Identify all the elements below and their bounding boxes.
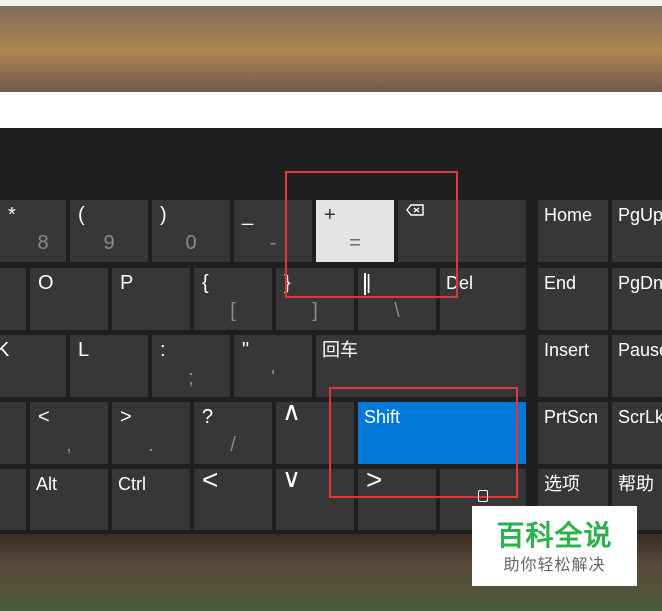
key-top-label: <	[38, 406, 50, 428]
key-asterisk-8[interactable]: * 8	[0, 200, 66, 262]
key-top-label: >	[120, 406, 132, 428]
key-top-label: {	[202, 272, 209, 294]
highlight-box-shift-right	[329, 387, 518, 498]
key-insert[interactable]: Insert	[538, 335, 608, 397]
key-k[interactable]: K	[0, 335, 66, 397]
key-label: PgUp	[618, 205, 662, 225]
key-bottom-label: ,	[66, 434, 72, 456]
key-bottom-label: ;	[188, 367, 194, 389]
key-label: PgDn	[618, 273, 662, 293]
key-top-label: O	[38, 272, 54, 294]
key-label: Insert	[544, 340, 590, 360]
key-top-label: )	[160, 204, 167, 226]
key-label: 帮助	[618, 474, 654, 494]
watermark-title: 百科全说	[496, 520, 613, 551]
key-question[interactable]: ? /	[194, 402, 272, 464]
key-p[interactable]: P	[112, 268, 190, 330]
window-edge	[0, 0, 662, 6]
key-label: Pause	[618, 340, 662, 360]
key-label: End	[544, 273, 577, 293]
key-pgup[interactable]: PgUp	[612, 200, 662, 262]
key-quote[interactable]: " '	[234, 335, 312, 397]
key-gt[interactable]: > .	[112, 402, 190, 464]
key-top-label: P	[120, 272, 134, 294]
key-label: 回车	[322, 340, 358, 360]
key-o[interactable]: O	[30, 268, 108, 330]
keyboard-settings-icon[interactable]	[478, 490, 488, 502]
key-top-label: "	[242, 339, 250, 361]
key-bottom-label: '	[271, 367, 275, 389]
key-top-label: _	[242, 204, 254, 226]
key-bottom-label: [	[230, 300, 236, 322]
key-left-arrow[interactable]: <	[194, 464, 272, 530]
key-prtscn[interactable]: PrtScn	[538, 402, 608, 464]
left-arrow-icon: <	[202, 464, 219, 495]
key-lt[interactable]: < ,	[30, 402, 108, 464]
key-scrlk[interactable]: ScrLk	[612, 402, 662, 464]
key-lbrace[interactable]: { [	[194, 268, 272, 330]
key-bottom-label: .	[148, 434, 154, 456]
key-i-partial[interactable]	[0, 268, 26, 330]
key-ctrl[interactable]: Ctrl	[112, 469, 190, 530]
wallpaper-top	[0, 0, 662, 92]
key-lparen-9[interactable]: ( 9	[70, 200, 148, 262]
key-top-label: K	[0, 339, 10, 361]
highlight-box-plus-equals	[285, 171, 458, 298]
key-top-label: :	[160, 339, 166, 361]
key-label: ScrLk	[618, 407, 662, 427]
down-arrow-icon: ∨	[282, 463, 302, 493]
key-end[interactable]: End	[538, 268, 608, 330]
key-bottom-label: 9	[103, 232, 115, 254]
key-fn-partial[interactable]	[0, 469, 26, 530]
key-bottom-label: 0	[185, 232, 197, 254]
key-label: PrtScn	[544, 407, 599, 427]
key-top-label: ?	[202, 406, 214, 428]
key-alt[interactable]: Alt	[30, 469, 108, 530]
key-label: Ctrl	[118, 474, 146, 494]
key-bottom-label: 8	[37, 232, 49, 254]
key-rparen-0[interactable]: ) 0	[152, 200, 230, 262]
key-top-label: *	[8, 204, 16, 226]
key-pause[interactable]: Pause	[612, 335, 662, 397]
key-top-label: L	[78, 339, 90, 361]
watermark: 百科全说 助你轻松解决	[472, 506, 637, 586]
key-l[interactable]: L	[70, 335, 148, 397]
key-bottom-label: /	[230, 434, 236, 456]
key-home[interactable]: Home	[538, 200, 608, 262]
watermark-subtitle: 助你轻松解决	[503, 557, 606, 574]
key-top-label: (	[78, 204, 85, 226]
key-pgdn[interactable]: PgDn	[612, 268, 662, 330]
title-bar: –	[0, 92, 662, 205]
key-label: Home	[544, 205, 593, 225]
up-arrow-icon: ∧	[282, 396, 302, 426]
key-colon[interactable]: : ;	[152, 335, 230, 397]
key-bottom-label: ]	[312, 300, 318, 322]
key-m-partial[interactable]	[0, 402, 26, 464]
key-bottom-label: \	[394, 300, 400, 322]
key-label: Alt	[36, 474, 58, 494]
key-label: 选项	[544, 474, 580, 494]
